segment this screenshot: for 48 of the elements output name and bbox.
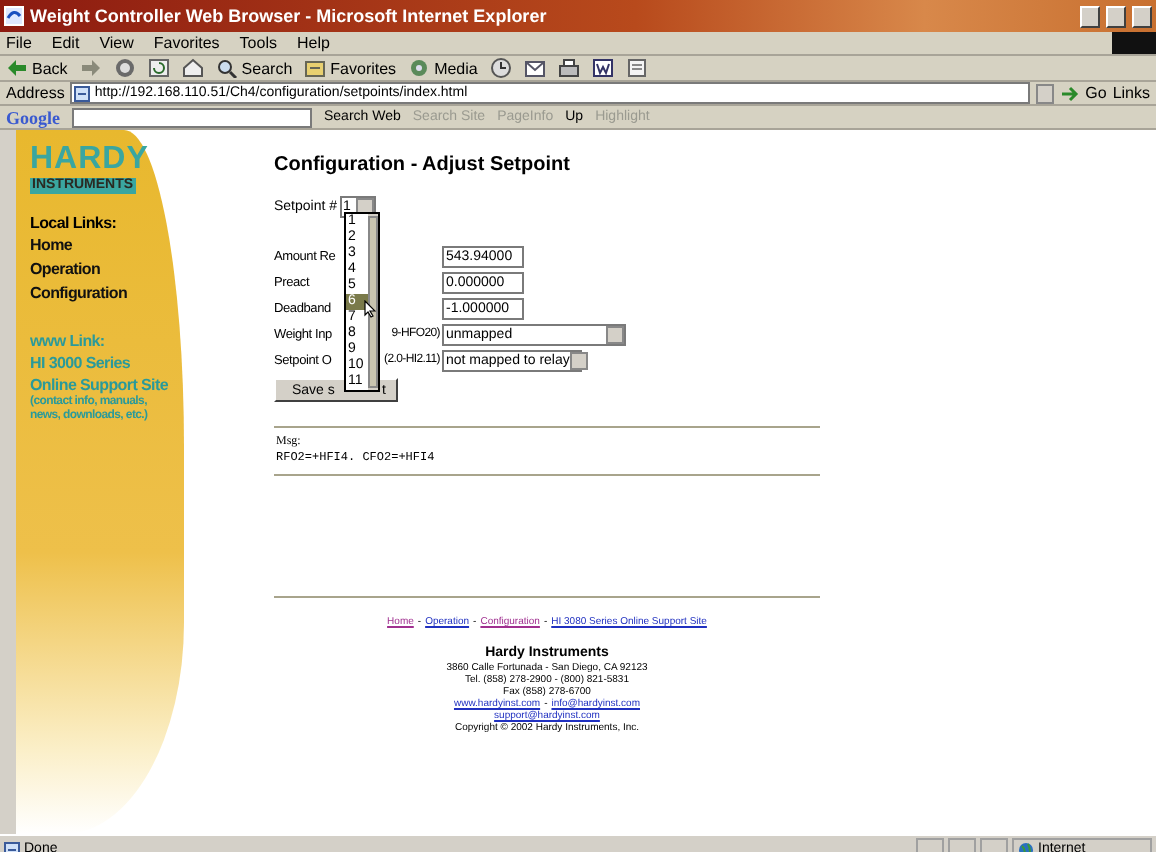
refresh-button[interactable] (147, 58, 170, 78)
go-arrow-icon (1059, 83, 1082, 103)
search-icon (215, 58, 238, 78)
search-button[interactable]: Search (215, 58, 293, 78)
mail-icon (523, 58, 546, 78)
home-button[interactable] (181, 58, 204, 78)
address-label: Address (6, 84, 65, 102)
menu-item[interactable]: Tools (239, 34, 277, 52)
media-button[interactable]: Media (408, 58, 478, 78)
scrollbar-thumb[interactable] (368, 216, 378, 388)
menu-item[interactable]: Help (296, 34, 330, 52)
go-button[interactable]: Go (1059, 83, 1107, 103)
edit-button[interactable] (591, 58, 614, 78)
stop-icon (113, 58, 136, 78)
close-button[interactable] (1132, 5, 1152, 27)
refresh-icon (147, 58, 170, 78)
minimize-button[interactable] (1080, 5, 1100, 27)
back-button[interactable]: Back (6, 58, 68, 78)
maximize-button[interactable] (1106, 5, 1126, 27)
stop-button[interactable] (113, 58, 136, 78)
forward-icon (79, 58, 102, 78)
history-icon (489, 58, 512, 78)
print-button[interactable] (557, 58, 580, 78)
menu-item[interactable]: View (99, 34, 134, 52)
history-button[interactable] (489, 58, 512, 78)
nav-link[interactable]: Configuration (30, 282, 184, 306)
page-icon (74, 85, 91, 101)
nav-link[interactable]: Operation (30, 258, 184, 282)
menu-item[interactable]: Edit (51, 34, 80, 52)
logo-text: HARDY (30, 142, 151, 178)
window-title: Weight Controller Web Browser - Microsoft Internet Explorer (30, 6, 549, 26)
mouse-pointer-icon (364, 300, 376, 318)
google-logo[interactable]: Google (6, 107, 60, 127)
menu-item[interactable]: File (6, 34, 32, 52)
nav-link[interactable]: Home (30, 234, 184, 258)
edit-icon (591, 58, 614, 78)
favorites-button[interactable]: Favorites (304, 58, 397, 78)
back-icon (6, 58, 28, 78)
print-icon (557, 58, 580, 78)
mail-button[interactable] (523, 58, 546, 78)
section-heading: www Link: (30, 330, 107, 352)
browser-icon (4, 6, 24, 26)
menu-item[interactable]: Favorites (153, 34, 220, 52)
links-button[interactable]: Links (1112, 84, 1150, 102)
favorites-icon (304, 58, 327, 78)
section-heading: Local Links: (30, 212, 119, 234)
page-heading: Configuration - Adjust Setpoint (274, 154, 572, 176)
search-field[interactable] (72, 107, 312, 127)
